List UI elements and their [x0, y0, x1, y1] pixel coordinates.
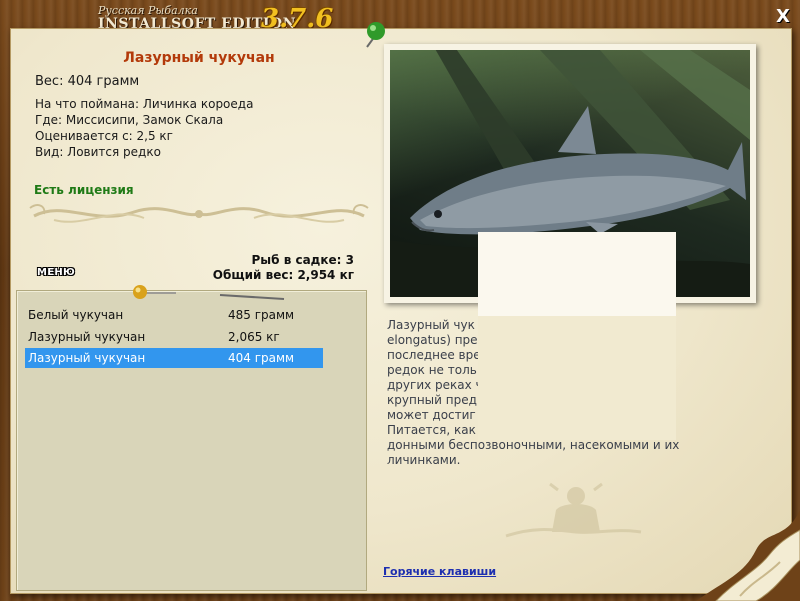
catch-item-name: Лазурный чукучан [28, 351, 146, 365]
catch-list-item[interactable]: Лазурный чукучан 2,065 кг [25, 327, 323, 347]
catch-item-name: Лазурный чукучан [28, 330, 146, 344]
ornament-divider [29, 204, 369, 223]
fish-weight: Вес: 404 грамм [35, 74, 140, 89]
catch-list-item[interactable]: Белый чукучан 485 грамм [25, 305, 323, 325]
cage-total-weight: Общий вес: 2,954 кг [212, 268, 354, 282]
page-curl-decoration [696, 510, 800, 601]
catch-item-weight: 485 грамм [228, 308, 295, 322]
cage-summary: Рыб в садке: 3 Общий вес: 2,954 кг [213, 253, 354, 283]
catch-list: Белый чукучан 485 грамм Лазурный чукучан… [16, 290, 367, 591]
fish-kind: Вид: Ловится редко [35, 145, 161, 159]
menu-button[interactable]: МЕНЮ [37, 267, 81, 281]
fisherman-watermark-icon [505, 482, 642, 538]
catch-item-weight: 2,065 кг [228, 330, 280, 344]
fish-price: Оценивается с: 2,5 кг [35, 129, 173, 143]
description-line: донными беспозвоночными, насекомыми и их [387, 438, 680, 452]
photo-blank-area [478, 232, 676, 316]
catch-item-weight: 404 грамм [228, 351, 295, 365]
pushpin-icon [133, 285, 285, 300]
catch-list-item-selected[interactable]: Лазурный чукучан 404 грамм [25, 348, 323, 368]
license-status: Есть лицензия [34, 183, 134, 197]
description-line: личинками. [387, 453, 461, 467]
fish-title: Лазурный чукучан [123, 50, 275, 66]
catch-item-name: Белый чукучан [28, 308, 124, 322]
description-blank-area [478, 316, 676, 440]
close-button[interactable]: X [772, 6, 794, 28]
fish-bait: На что поймана: Личинка короеда [35, 97, 254, 111]
fish-location: Где: Миссисипи, Замок Скала [35, 113, 224, 127]
cage-count: Рыб в садке: 3 [251, 253, 355, 267]
hotkeys-link[interactable]: Горячие клавиши [383, 565, 496, 578]
